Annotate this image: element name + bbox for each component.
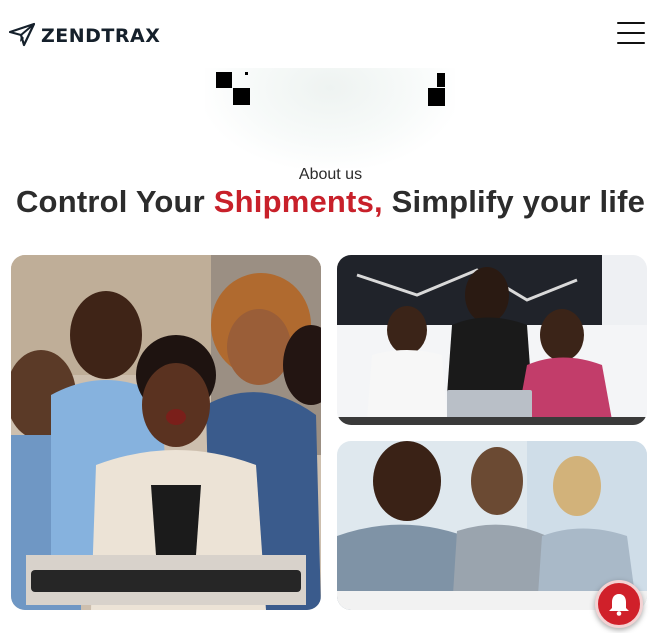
notification-bell-button[interactable] xyxy=(595,580,643,628)
section-eyebrow: About us xyxy=(298,166,363,183)
paper-plane-icon xyxy=(8,21,36,52)
brand-logo[interactable]: ZENDTRAX xyxy=(8,21,161,52)
section-headline: Control Your Shipments, Simplify your li… xyxy=(0,184,661,220)
headline-accent: Shipments, xyxy=(213,184,383,219)
headline-part-2: Simplify your life xyxy=(382,184,646,219)
site-header: ZENDTRAX xyxy=(0,0,661,70)
business-meeting-photo xyxy=(337,441,647,610)
excited-team-at-computer-photo xyxy=(11,255,321,610)
women-looking-at-laptop-photo xyxy=(337,255,647,425)
hamburger-menu-icon[interactable] xyxy=(617,22,645,44)
brand-name: ZENDTRAX xyxy=(41,25,161,47)
headline-part-1: Control Your xyxy=(15,184,214,219)
qr-code-graphic xyxy=(205,68,455,168)
bell-icon xyxy=(609,594,629,616)
